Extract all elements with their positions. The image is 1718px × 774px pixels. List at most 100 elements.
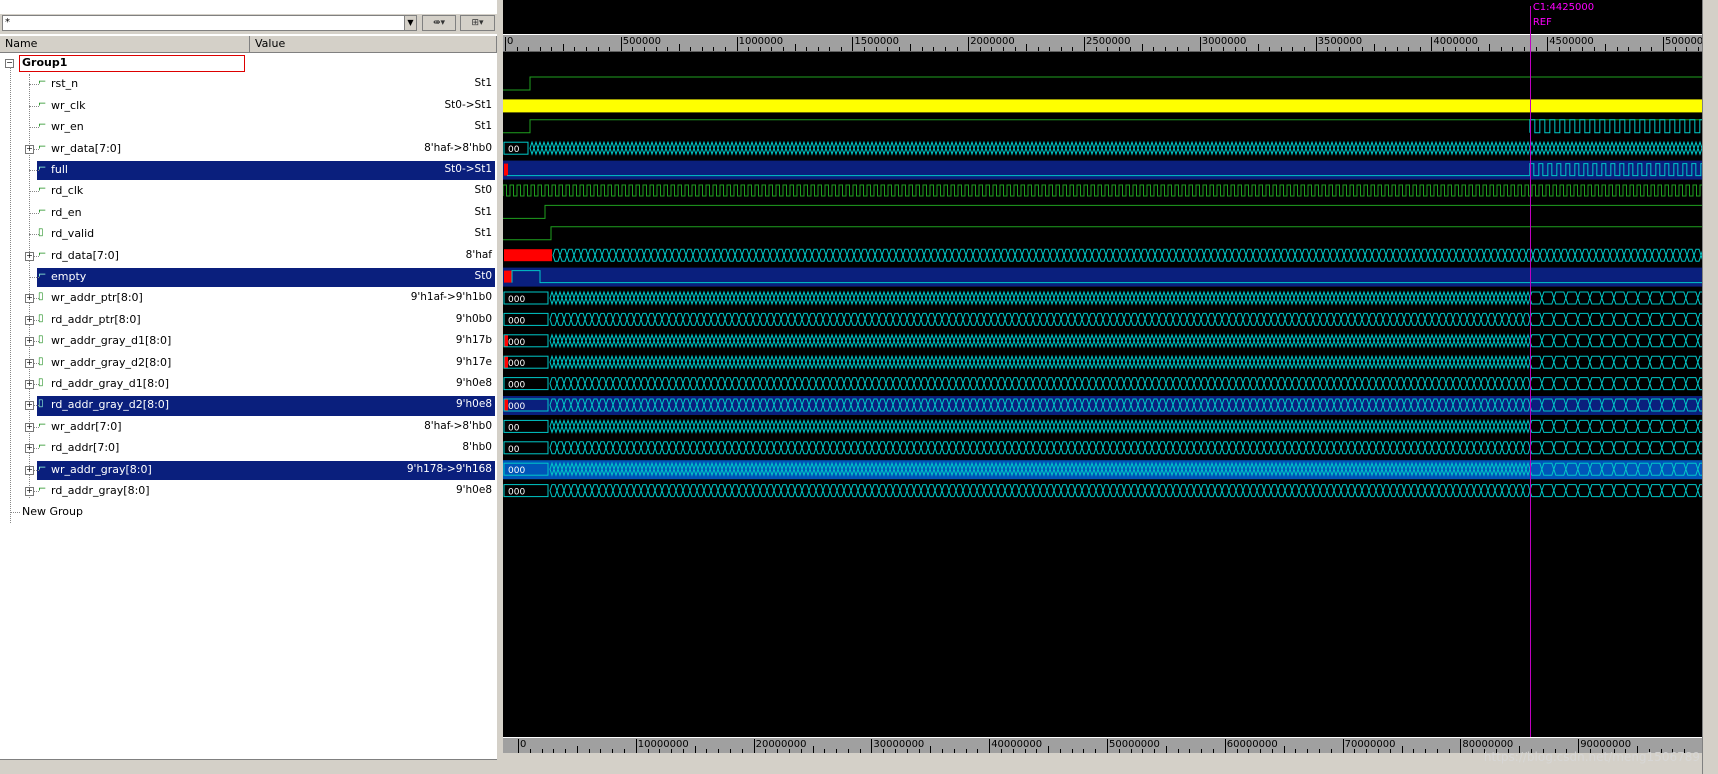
bus-wave-after-10-segments: [1529, 291, 1702, 305]
signal-row-rd_addr_gray_d1[interactable]: + ▯ rd_addr_gray_d1[8:0] 9'h0e8: [0, 374, 497, 395]
signal-row-empty[interactable]: ⌐ empty St0: [0, 267, 497, 288]
signal-value: St0->St1: [444, 98, 492, 111]
name-column-header[interactable]: Name: [0, 36, 250, 52]
register-icon: ▯: [38, 291, 44, 303]
signal-value: St0: [474, 184, 492, 197]
signal-row-rd_addr_ptr[interactable]: + ▯ rd_addr_ptr[8:0] 9'h0b0: [0, 310, 497, 331]
register-icon: ▯: [38, 312, 44, 324]
signal-name: rd_valid: [51, 227, 95, 241]
signal-row-wr_data[interactable]: + ⌐ wr_data[7:0] 8'haf->8'hb0: [0, 139, 497, 160]
ruler-minor-tick: [1283, 746, 1285, 753]
signal-name: rd_data[7:0]: [51, 248, 119, 262]
bus-wave-17-segments: [549, 441, 1531, 455]
expand-icon[interactable]: +: [25, 337, 34, 347]
signal-name: rd_addr_gray_d1[8:0]: [51, 377, 170, 390]
rd-clk-wave: [503, 184, 1702, 197]
expand-icon[interactable]: +: [25, 251, 34, 261]
group-row[interactable]: − Group1: [0, 53, 497, 74]
expand-icon[interactable]: +: [25, 487, 34, 496]
expand-icon[interactable]: +: [25, 401, 34, 411]
expand-icon[interactable]: +: [25, 422, 34, 432]
signal-row-wr_en[interactable]: ⌐ wr_en St1: [0, 117, 497, 138]
signal-row-wr_addr[interactable]: + ⌐ wr_addr[7:0] 8'haf->8'hb0: [0, 417, 497, 438]
wire-icon: ⌐: [38, 120, 47, 132]
signal-row-rd_addr[interactable]: + ⌐ rd_addr[7:0] 8'hb0: [0, 438, 497, 459]
wire-icon: ⌐: [38, 248, 47, 260]
signal-format-button[interactable]: ⇼▾: [422, 15, 456, 31]
signal-row-wr_addr_gray[interactable]: + ⌐ wr_addr_gray[8:0] 9'h178->9'h168: [0, 460, 497, 481]
register-icon: ▯: [38, 227, 44, 239]
signal-filter-input[interactable]: *: [2, 15, 417, 31]
expand-icon[interactable]: +: [25, 380, 34, 389]
signal-row-rd_valid[interactable]: ▯ rd_valid St1: [0, 224, 497, 245]
value-column-header[interactable]: Value: [250, 36, 497, 52]
signal-row-rst_n[interactable]: ⌐ rst_n St1: [0, 74, 497, 95]
filter-dropdown-button[interactable]: ▼: [404, 15, 417, 31]
bus-wave-12-segments: [549, 333, 1531, 349]
cursor-ref-label: REF: [1532, 17, 1552, 28]
signal-row-rd_addr_gray_d2[interactable]: + ▯ rd_addr_gray_d2[8:0] 9'h0e8: [0, 395, 497, 416]
waveform-view[interactable]: 0 500000 1000000 1500000 2000000 2500000 30000…: [503, 0, 1711, 774]
wire-icon: ⌐: [38, 484, 47, 495]
register-icon: ▯: [38, 334, 44, 346]
ruler-minor-tick: [930, 746, 932, 753]
signal-value: St1: [474, 120, 492, 133]
group-name: Group1: [22, 56, 68, 69]
signal-row-rd_en[interactable]: ⌐ rd_en St1: [0, 203, 497, 224]
display-mode-button[interactable]: ⊞▾: [460, 15, 495, 31]
bus-wave-after-14-segments: [1529, 377, 1702, 391]
ruler-label: 50000000: [1109, 739, 1160, 750]
rd-valid-wave: [503, 226, 1702, 241]
watermark: https://blog.csdn.net/meng1506789: [1483, 750, 1700, 764]
waveform-vscrollbar[interactable]: [1702, 0, 1718, 774]
ruler-label: 0: [520, 739, 527, 750]
bus-wave-13-label: 000: [508, 359, 525, 369]
wire-icon: ⌐: [38, 462, 47, 474]
empty-highlight: [503, 267, 1702, 287]
wire-icon: ⌐: [38, 77, 47, 89]
bus-wave-11-segments: [549, 312, 1531, 326]
signal-name: wr_data[7:0]: [51, 141, 122, 155]
wire-icon: ⌐: [38, 141, 47, 153]
ruler-tick: [871, 739, 873, 753]
expand-icon[interactable]: +: [25, 444, 34, 454]
ruler-label: 10000000: [637, 739, 689, 750]
signal-row-rd_data[interactable]: + ⌐ rd_data[7:0] 8'haf: [0, 246, 497, 267]
name-panel-hscrollbar[interactable]: [0, 759, 497, 774]
ruler-tick: [1107, 739, 1108, 753]
wire-icon: ⌐: [38, 205, 47, 217]
expand-icon[interactable]: +: [25, 144, 34, 154]
signal-value: 9'h17e: [455, 355, 492, 368]
bus-wave-after-11-segments: [1529, 312, 1702, 326]
signal-name: wr_clk: [51, 98, 86, 112]
signal-row-rd_clk[interactable]: ⌐ rd_clk St0: [0, 181, 497, 202]
bus-wave-15-label: 000: [508, 402, 525, 412]
waveform-canvas[interactable]: 000000000000000000000000000000: [503, 0, 1702, 736]
bus-wave-12-label: 000: [508, 338, 525, 348]
ruler-minor-tick: [576, 746, 578, 753]
expand-icon[interactable]: +: [25, 465, 34, 475]
signal-row-rd_addr_gray[interactable]: + ⌐ rd_addr_gray[8:0] 9'h0e8: [0, 481, 497, 502]
signal-row-wr_clk[interactable]: ⌐ wr_clk St0->St1: [0, 96, 497, 117]
signal-row-full[interactable]: ⌐ full St0->St1: [0, 160, 497, 181]
signal-name: rd_addr_gray_d2[8:0]: [51, 398, 170, 412]
bus-wave-after-17-segments: [1529, 441, 1702, 455]
selection-highlight: [37, 161, 495, 181]
ruler-tick: [518, 739, 519, 753]
expand-icon[interactable]: +: [25, 315, 34, 325]
signal-row-wr_addr_gray_d1[interactable]: + ▯ wr_addr_gray_d1[8:0] 9'h17b: [0, 331, 497, 352]
cursor-line[interactable]: [1529, 6, 1531, 741]
ruler-tick: [1342, 739, 1344, 753]
signal-row-wr_addr_ptr[interactable]: + ▯ wr_addr_ptr[8:0] 9'h1af->9'h1b0: [0, 288, 497, 309]
signal-value: 9'h0e8: [455, 377, 492, 389]
wr-clk-wave: [503, 99, 1702, 113]
expand-icon[interactable]: +: [25, 358, 34, 368]
empty-unknown: [504, 270, 512, 283]
ruler-tick: [1460, 739, 1462, 753]
bus-wave-14-label: 000: [508, 381, 525, 391]
signal-value: St0: [474, 270, 492, 282]
new-group-label: New Group: [22, 505, 83, 518]
new-group-row[interactable]: New Group: [0, 502, 497, 523]
signal-row-wr_addr_gray_d2[interactable]: + ▯ wr_addr_gray_d2[8:0] 9'h17e: [0, 353, 497, 374]
expand-icon[interactable]: +: [25, 294, 34, 304]
